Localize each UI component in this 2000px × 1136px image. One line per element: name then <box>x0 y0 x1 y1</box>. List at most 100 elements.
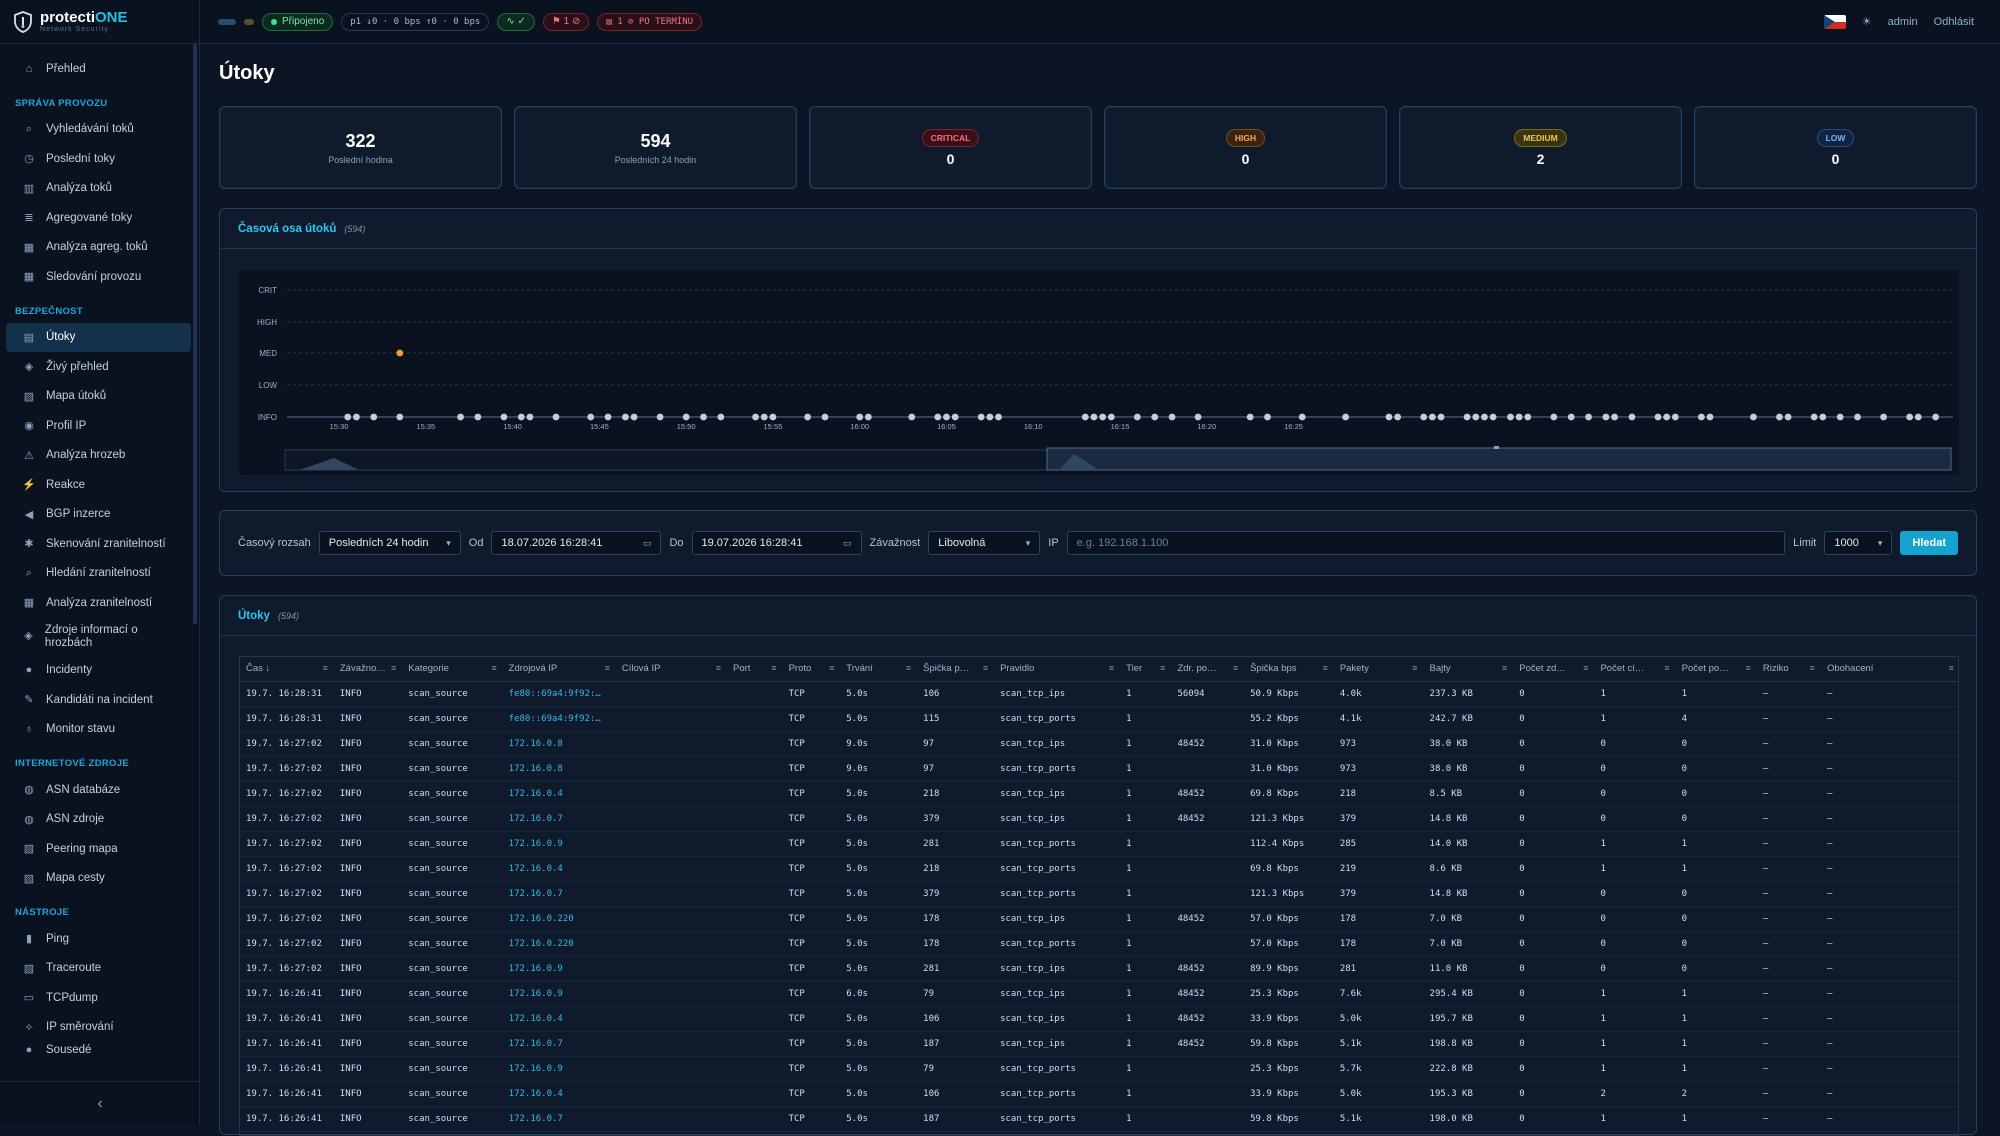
attacks-table-wrap[interactable]: Čas ↓ ≡ Závažno… ≡ Kategorie ≡ Zdrojová IP ≡ Cíl… <box>239 656 1959 1136</box>
filter-icon[interactable]: ≡ <box>983 663 988 673</box>
table-row[interactable]: 19.7. 16:26:41 INFO scan_source 172.16.0.7 T… <box>240 1031 1958 1057</box>
filter-icon[interactable]: ≡ <box>906 663 911 673</box>
table-cell[interactable]: 172.16.0.4 <box>502 1081 616 1107</box>
table-cell[interactable]: 172.16.0.220 <box>502 931 616 957</box>
column-header[interactable]: Špička p… ≡ <box>917 657 995 682</box>
column-header[interactable]: Proto ≡ <box>782 657 841 682</box>
column-header[interactable]: Špička bps ≡ <box>1244 657 1334 682</box>
range-select[interactable]: Posledních 24 hodin ▾ <box>318 531 461 555</box>
column-header[interactable]: Zdr. po… ≡ <box>1171 657 1245 682</box>
sidebar-item-peering-map[interactable]: ▧ Peering mapa <box>6 834 191 864</box>
table-row[interactable]: 19.7. 16:26:41 INFO scan_source 172.16.0.4 T… <box>240 1081 1958 1107</box>
sidebar-item-live-view[interactable]: ◈ Živý přehled <box>6 352 191 382</box>
column-header[interactable]: Tier ≡ <box>1120 657 1172 682</box>
sidebar-item-traffic-monitor[interactable]: ▦ Sledování provozu <box>6 262 191 292</box>
filter-icon[interactable]: ≡ <box>1160 663 1165 673</box>
table-row[interactable]: 19.7. 16:27:02 INFO scan_source 172.16.0.22… <box>240 906 1958 932</box>
timeline-chart[interactable]: CRIT HIGH MED LOW INFO 15:30 15:35 15:40 15:45 15… <box>239 270 1959 475</box>
table-cell[interactable]: 172.16.0.220 <box>502 906 616 932</box>
filter-icon[interactable]: ≡ <box>1583 663 1588 673</box>
table-row[interactable]: 19.7. 16:26:41 INFO scan_source 172.16.0.7 T… <box>240 1106 1958 1132</box>
sidebar-item-flow-search[interactable]: ⌕ Vyhledávání toků <box>6 115 191 145</box>
sidebar-item-path-map[interactable]: ▧ Mapa cesty <box>6 864 191 894</box>
table-cell[interactable]: 172.16.0.9 <box>502 831 616 857</box>
table-row[interactable]: 19.7. 16:27:02 INFO scan_source 172.16.0.8 T… <box>240 731 1958 757</box>
column-header[interactable]: Zdrojová IP ≡ <box>502 657 616 682</box>
table-cell[interactable]: 172.16.0.8 <box>502 731 616 757</box>
sidebar-scrollbar[interactable] <box>193 44 197 624</box>
table-row[interactable]: 19.7. 16:27:02 INFO scan_source 172.16.0.4 T… <box>240 856 1958 882</box>
search-button[interactable]: Hledat <box>1900 531 1958 555</box>
column-header[interactable]: Port ≡ <box>727 657 783 682</box>
column-header[interactable]: Obohacení ≡ <box>1820 657 1958 682</box>
table-row[interactable]: 19.7. 16:28:31 INFO scan_source fe80::69a4:… <box>240 706 1958 732</box>
table-cell[interactable]: 172.16.0.7 <box>502 1031 616 1057</box>
table-cell[interactable]: 172.16.0.4 <box>502 781 616 807</box>
from-datetime[interactable]: 18.07.2026 16:28:41 ▭ <box>491 531 662 555</box>
column-header[interactable]: Cílová IP ≡ <box>615 657 728 682</box>
alert-badge[interactable]: ⚑ 1 ⊘ <box>542 12 590 31</box>
table-cell[interactable]: 172.16.0.9 <box>502 981 616 1007</box>
sidebar-item-vuln-search[interactable]: ⌕ Hledání zranitelností <box>6 559 191 589</box>
table-row[interactable]: 19.7. 16:27:02 INFO scan_source 172.16.0.9 T… <box>240 831 1958 857</box>
sidebar-collapse-button[interactable]: ‹ <box>0 1081 200 1125</box>
sidebar-item-recent-flows[interactable]: ◷ Poslední toky <box>6 144 191 174</box>
czech-flag-icon[interactable] <box>1823 14 1846 29</box>
column-header[interactable]: Závažno… ≡ <box>333 657 403 682</box>
column-header[interactable]: Pakety ≡ <box>1333 657 1424 682</box>
sidebar-item-neighbors[interactable]: ● Sousedé <box>6 1042 191 1058</box>
health-indicator[interactable]: ∿ ✓ <box>497 12 535 31</box>
sidebar-item-bgp[interactable]: ◀ BGP inzerce <box>6 500 191 530</box>
card-medium[interactable]: MEDIUM 2 <box>1399 106 1682 189</box>
column-header[interactable]: Kategorie ≡ <box>402 657 503 682</box>
card-low[interactable]: LOW 0 <box>1694 106 1977 189</box>
column-header[interactable]: Pravidlo ≡ <box>994 657 1121 682</box>
sidebar-item-threat-analysis[interactable]: ⚠ Analýza hrozeb <box>6 441 191 471</box>
filter-icon[interactable]: ≡ <box>1502 663 1507 673</box>
card-high[interactable]: HIGH 0 <box>1104 106 1387 189</box>
theme-toggle-icon[interactable]: ☀ <box>1862 15 1872 28</box>
traffic-indicator[interactable]: p1 ↓0 · 0 bps ↑0 · 0 bps <box>341 12 490 31</box>
sidebar-item-attack-map[interactable]: ▧ Mapa útoků <box>6 382 191 412</box>
sidebar-item-ip-profile[interactable]: ◉ Profil IP <box>6 411 191 441</box>
table-cell[interactable]: 172.16.0.7 <box>502 806 616 832</box>
filter-icon[interactable]: ≡ <box>771 663 776 673</box>
sidebar-item-health-monitor[interactable]: ♁ Monitor stavu <box>6 715 191 745</box>
limit-select[interactable]: 1000 ▾ <box>1824 531 1893 555</box>
filter-icon[interactable]: ≡ <box>323 663 328 673</box>
filter-icon[interactable]: ≡ <box>1949 663 1954 673</box>
table-row[interactable]: 19.7. 16:26:41 INFO scan_source 172.16.0.9 T… <box>240 1056 1958 1082</box>
table-cell[interactable]: fe80::69a4:9f92:… <box>502 681 616 707</box>
table-row[interactable]: 19.7. 16:27:02 INFO scan_source 172.16.0.4 T… <box>240 781 1958 807</box>
to-datetime[interactable]: 19.07.2026 16:28:41 ▭ <box>691 531 862 555</box>
sidebar-item-ip-routing[interactable]: ✧ IP směrování <box>6 1013 191 1043</box>
sidebar-item-flow-analysis[interactable]: ▥ Analýza toků <box>6 174 191 204</box>
column-header[interactable]: Čas ↓ ≡ <box>240 657 334 682</box>
column-header[interactable]: Počet po… ≡ <box>1675 657 1757 682</box>
table-cell[interactable]: 172.16.0.7 <box>502 881 616 907</box>
filter-icon[interactable]: ≡ <box>1664 663 1669 673</box>
brand[interactable]: protectiONE Network Security <box>0 0 200 44</box>
sidebar-item-response[interactable]: ⚡ Reakce <box>6 470 191 500</box>
sidebar-item-ping[interactable]: ▮ Ping <box>6 924 191 954</box>
sidebar-item-asn-sources[interactable]: ◍ ASN zdroje <box>6 805 191 835</box>
table-row[interactable]: 19.7. 16:26:41 INFO scan_source 172.16.0.9 T… <box>240 981 1958 1007</box>
filter-icon[interactable]: ≡ <box>391 663 396 673</box>
sidebar-item-incidents[interactable]: ● Incidenty <box>6 656 191 686</box>
table-cell[interactable]: 172.16.0.4 <box>502 856 616 882</box>
sidebar-item-overview[interactable]: ⌂ Přehled <box>6 54 191 84</box>
table-cell[interactable]: 172.16.0.9 <box>502 956 616 982</box>
table-cell[interactable]: 172.16.0.8 <box>502 756 616 782</box>
sidebar-item-attacks[interactable]: ▤ Útoky <box>6 322 191 352</box>
table-row[interactable]: 19.7. 16:27:02 INFO scan_source 172.16.0.7 T… <box>240 806 1958 832</box>
column-header[interactable]: Trvání ≡ <box>840 657 918 682</box>
sidebar-item-threat-intel[interactable]: ◈ Zdroje informací o hrozbách <box>6 618 191 656</box>
filter-icon[interactable]: ≡ <box>491 663 496 673</box>
filter-icon[interactable]: ≡ <box>829 663 834 673</box>
sidebar-item-vuln-analysis[interactable]: ▦ Analýza zranitelností <box>6 588 191 618</box>
table-row[interactable]: 19.7. 16:26:41 INFO scan_source 172.16.0.4 T… <box>240 1006 1958 1032</box>
filter-icon[interactable]: ≡ <box>1746 663 1751 673</box>
column-header[interactable]: Počet cí… ≡ <box>1594 657 1676 682</box>
card-critical[interactable]: CRITICAL 0 <box>809 106 1092 189</box>
table-row[interactable]: 19.7. 16:27:02 INFO scan_source 172.16.0.8 T… <box>240 756 1958 782</box>
